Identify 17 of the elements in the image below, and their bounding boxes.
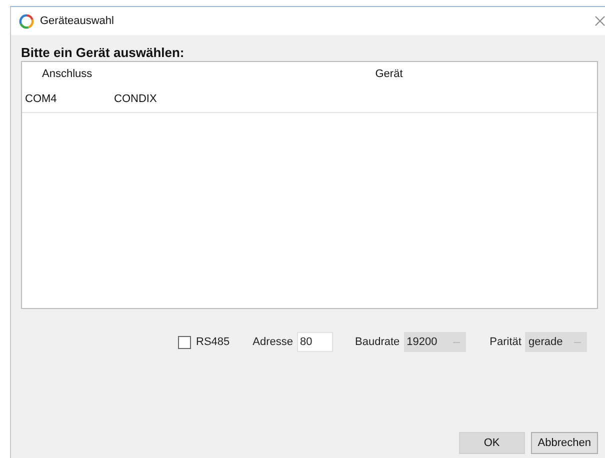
checkbox[interactable] bbox=[178, 336, 191, 348]
dialog-button[interactable]: Abbrechen bbox=[530, 432, 598, 454]
address-field[interactable]: 80 bbox=[297, 332, 333, 352]
table-row[interactable]: COM4 CONDIX bbox=[22, 86, 597, 113]
column-header[interactable]: Anschluss bbox=[22, 68, 111, 80]
dialog-button[interactable]: OK bbox=[458, 432, 525, 454]
field-label: Adresse bbox=[252, 336, 293, 348]
column-header[interactable]: Gerät bbox=[111, 68, 597, 80]
close-icon[interactable] bbox=[595, 16, 605, 26]
window-title: Geräteauswahl bbox=[40, 15, 115, 27]
ring-logo-icon bbox=[19, 14, 34, 28]
table-cell-text: COM4 bbox=[24, 93, 58, 105]
checkbox-label: RS485 bbox=[196, 336, 230, 348]
table-cell-text: CONDIX bbox=[113, 93, 158, 105]
field-label: Baudrate bbox=[355, 336, 400, 348]
section-heading: Bitte ein Gerät auswählen: bbox=[21, 45, 186, 61]
field-label: Parität bbox=[490, 336, 522, 348]
